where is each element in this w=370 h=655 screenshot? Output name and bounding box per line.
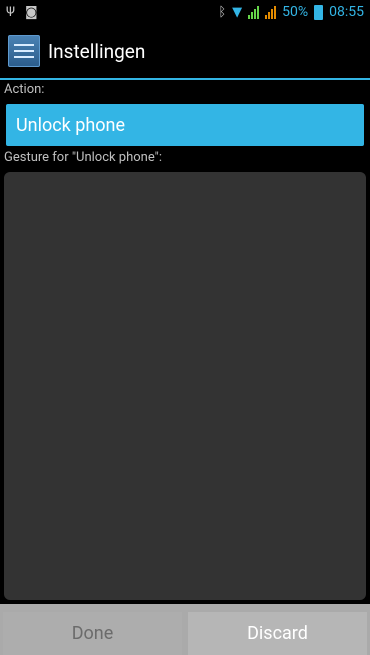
gesture-label: Gesture for "Unlock phone": <box>4 150 162 165</box>
status-right: ᛒ ▼ 50% 08:55 <box>218 4 370 20</box>
android-icon: ◙ <box>25 4 38 20</box>
battery-percent: 50% <box>282 4 309 20</box>
wifi-icon: ▼ <box>232 4 243 20</box>
action-selector[interactable]: Unlock phone <box>6 104 364 146</box>
bluetooth-icon: ᛒ <box>218 4 227 20</box>
status-left: Ψ ◙ <box>0 6 38 19</box>
usb-icon: Ψ <box>6 4 15 20</box>
action-bar: Instellingen <box>0 24 370 80</box>
status-bar: Ψ ◙ ᛒ ▼ 50% 08:55 <box>0 0 370 24</box>
signal-icon <box>248 5 260 19</box>
action-value: Unlock phone <box>16 114 126 136</box>
done-button[interactable]: Done <box>3 612 182 655</box>
clock: 08:55 <box>329 4 364 20</box>
gesture-drawing-area[interactable] <box>4 172 366 600</box>
battery-icon <box>314 4 324 20</box>
page-title: Instellingen <box>48 39 146 63</box>
discard-button[interactable]: Discard <box>188 612 367 655</box>
action-label: Action: <box>4 82 45 97</box>
button-bar: Done Discard <box>0 604 370 655</box>
settings-app-icon[interactable] <box>8 35 40 67</box>
signal-icon-2 <box>265 5 277 19</box>
